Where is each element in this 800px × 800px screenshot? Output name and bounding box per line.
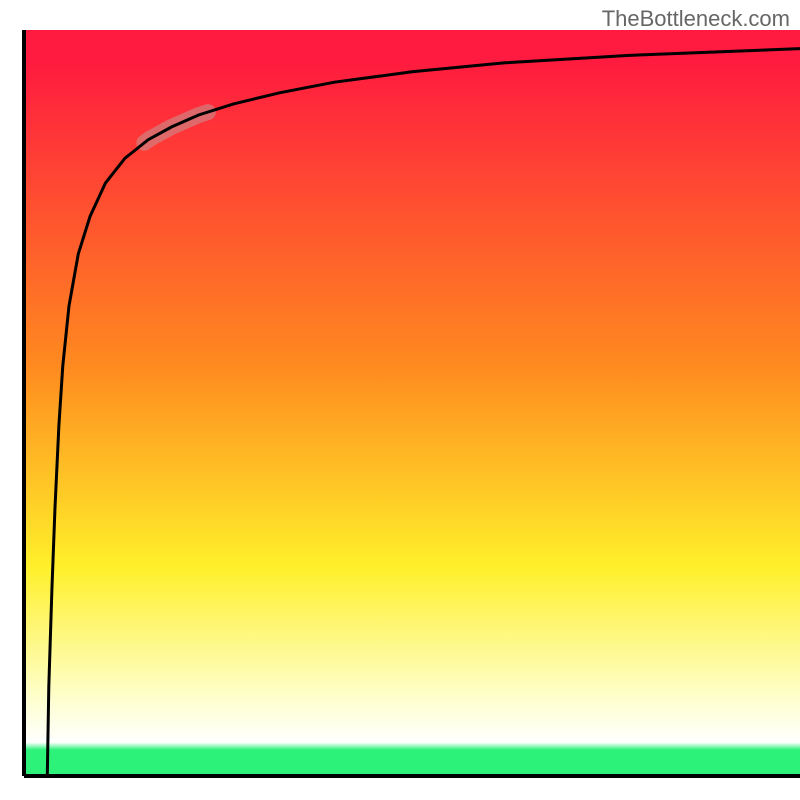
chart-container: TheBottleneck.com — [0, 0, 800, 800]
watermark-text: TheBottleneck.com — [602, 6, 790, 32]
chart-svg — [0, 0, 800, 800]
